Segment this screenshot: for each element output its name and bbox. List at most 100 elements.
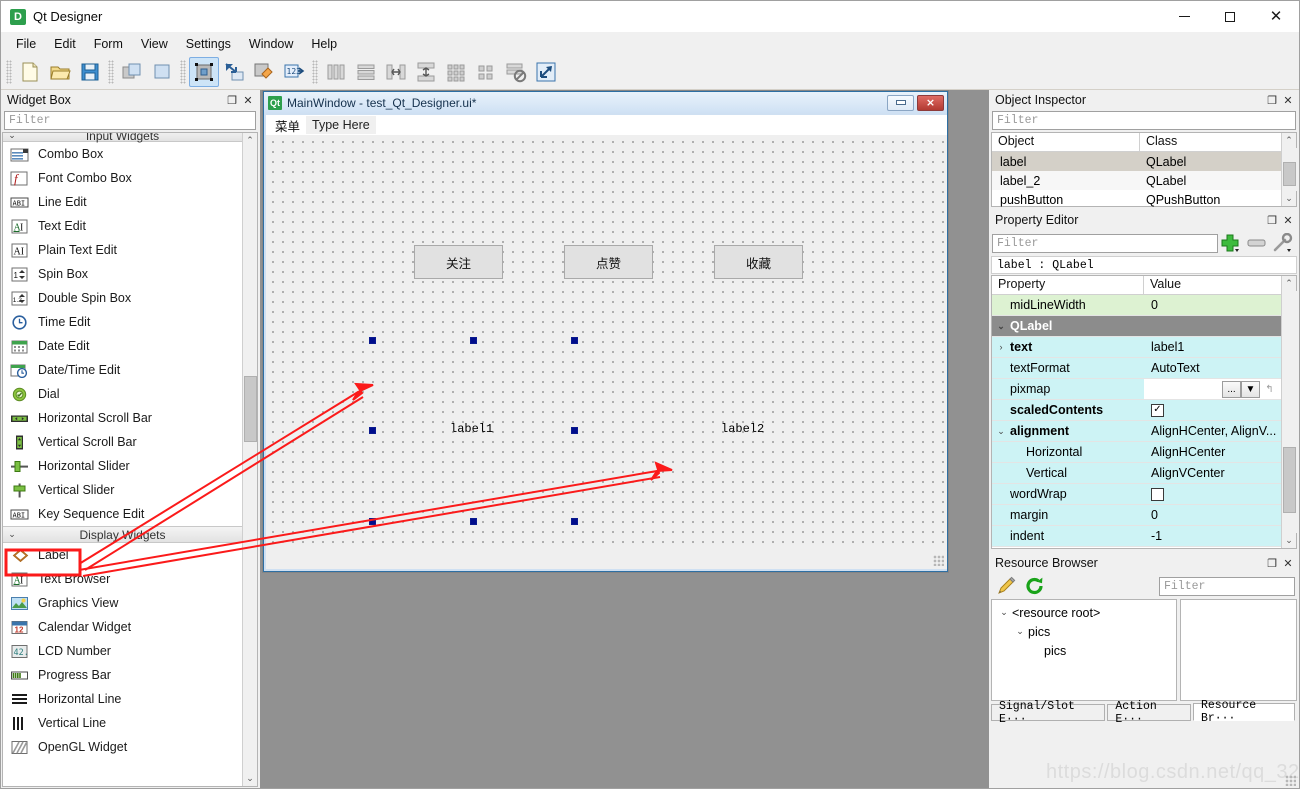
- resource-preview-panel[interactable]: [1180, 599, 1297, 701]
- property-row-text[interactable]: ›text label1: [992, 337, 1281, 358]
- scroll-up-icon[interactable]: ⌃: [243, 133, 258, 148]
- selection-handle[interactable]: [571, 518, 578, 525]
- toolbar-grip-3[interactable]: [180, 60, 186, 84]
- widget-item-font-combo-box[interactable]: f Font Combo Box: [3, 166, 242, 190]
- form-label-1[interactable]: label1: [450, 422, 493, 436]
- save-form-button[interactable]: [75, 57, 105, 87]
- resource-tree-node-pics-child[interactable]: pics: [992, 641, 1176, 660]
- property-value[interactable]: AutoText: [1144, 358, 1281, 378]
- menu-settings[interactable]: Settings: [177, 34, 240, 54]
- widget-item-label[interactable]: Label: [3, 543, 242, 567]
- chevron-down-icon[interactable]: ⌄: [992, 426, 1010, 437]
- layout-vertically-button[interactable]: [351, 57, 381, 87]
- scroll-thumb[interactable]: [1283, 162, 1296, 186]
- widget-item-plain-text-edit[interactable]: AI Plain Text Edit: [3, 238, 242, 262]
- resource-tree-node-root[interactable]: ⌄ <resource root>: [992, 603, 1176, 622]
- toolbar-grip-2[interactable]: [108, 60, 114, 84]
- pixmap-browse-button[interactable]: ...: [1222, 381, 1241, 398]
- property-row-alignment[interactable]: ⌄alignment AlignHCenter, AlignV...: [992, 421, 1281, 442]
- tab-resource-browser[interactable]: Resource Br···: [1193, 703, 1295, 721]
- property-row-midlinewidth[interactable]: midLineWidth 0: [992, 295, 1281, 316]
- menu-view[interactable]: View: [132, 34, 177, 54]
- resource-browser-filter-input[interactable]: Filter: [1159, 577, 1295, 596]
- scroll-thumb[interactable]: [1283, 447, 1296, 513]
- resource-tree-node-pics[interactable]: ⌄ pics: [992, 622, 1176, 641]
- selection-handle[interactable]: [571, 337, 578, 344]
- widget-item-horizontal-slider[interactable]: Horizontal Slider: [3, 454, 242, 478]
- widget-item-date-edit[interactable]: Date Edit: [3, 334, 242, 358]
- object-inspector-row[interactable]: label QLabel: [992, 152, 1281, 171]
- menu-edit[interactable]: Edit: [45, 34, 85, 54]
- form-canvas[interactable]: 关注 点赞 收藏 label1 label2: [266, 135, 947, 549]
- selection-handle[interactable]: [369, 518, 376, 525]
- widget-item-vertical-slider[interactable]: Vertical Slider: [3, 478, 242, 502]
- property-value[interactable]: label1: [1144, 337, 1281, 357]
- redo-button[interactable]: [147, 57, 177, 87]
- chevron-right-icon[interactable]: ›: [992, 342, 1010, 352]
- selection-handle[interactable]: [470, 518, 477, 525]
- menu-window[interactable]: Window: [240, 34, 302, 54]
- scroll-down-icon[interactable]: ⌄: [1282, 533, 1297, 548]
- float-icon[interactable]: ❐: [224, 92, 240, 108]
- break-layout-button[interactable]: [501, 57, 531, 87]
- widget-item-time-edit[interactable]: Time Edit: [3, 310, 242, 334]
- close-icon[interactable]: ✕: [1280, 92, 1296, 108]
- property-editor-scrollbar[interactable]: ⌃ ⌄: [1281, 276, 1296, 548]
- widget-item-horizontal-scroll-bar[interactable]: Horizontal Scroll Bar: [3, 406, 242, 430]
- property-row-scaledcontents[interactable]: scaledContents ✓: [992, 400, 1281, 421]
- widget-item-vertical-line[interactable]: Vertical Line: [3, 711, 242, 735]
- property-row-indent[interactable]: indent -1: [992, 526, 1281, 547]
- scroll-up-icon[interactable]: ⌃: [1282, 276, 1297, 291]
- form-menu-type-here[interactable]: Type Here: [306, 116, 376, 134]
- scroll-thumb[interactable]: [244, 376, 257, 442]
- close-icon[interactable]: ✕: [1280, 212, 1296, 228]
- resource-tree[interactable]: ⌄ <resource root> ⌄ pics pics: [991, 599, 1177, 701]
- property-value[interactable]: AlignHCenter, AlignV...: [1144, 421, 1281, 441]
- object-inspector-row[interactable]: label_2 QLabel: [992, 171, 1281, 190]
- widget-item-vertical-scroll-bar[interactable]: Vertical Scroll Bar: [3, 430, 242, 454]
- word-wrap-checkbox[interactable]: [1151, 488, 1164, 501]
- property-editor-filter-input[interactable]: Filter: [992, 234, 1218, 253]
- form-push-button-3[interactable]: 收藏: [714, 245, 803, 279]
- property-row-alignment-vertical[interactable]: Vertical AlignVCenter: [992, 463, 1281, 484]
- property-row-margin[interactable]: margin 0: [992, 505, 1281, 526]
- pixmap-reset-button[interactable]: ↰: [1260, 381, 1279, 398]
- configure-property-button[interactable]: [1270, 232, 1296, 254]
- scroll-track[interactable]: [1282, 291, 1297, 533]
- edit-signals-slots-button[interactable]: [219, 57, 249, 87]
- property-value[interactable]: 0: [1144, 295, 1281, 315]
- property-value[interactable]: 0: [1144, 505, 1281, 525]
- widget-item-text-browser[interactable]: AI Text Browser: [3, 567, 242, 591]
- layout-splitter-horizontal-button[interactable]: [381, 57, 411, 87]
- selection-handle[interactable]: [470, 337, 477, 344]
- edit-buddies-button[interactable]: [249, 57, 279, 87]
- widget-item-calendar-widget[interactable]: 12 Calendar Widget: [3, 615, 242, 639]
- scroll-down-icon[interactable]: ⌄: [1282, 191, 1297, 206]
- property-row-wordwrap[interactable]: wordWrap: [992, 484, 1281, 505]
- widget-item-opengl-widget[interactable]: OpenGL Widget: [3, 735, 242, 759]
- property-value[interactable]: AlignVCenter: [1144, 463, 1281, 483]
- form-close-button[interactable]: ×: [917, 95, 944, 111]
- undo-button[interactable]: [117, 57, 147, 87]
- scaled-contents-checkbox[interactable]: ✓: [1151, 404, 1164, 417]
- widget-item-graphics-view[interactable]: Graphics View: [3, 591, 242, 615]
- selection-handle[interactable]: [369, 427, 376, 434]
- property-value[interactable]: AlignHCenter: [1144, 442, 1281, 462]
- close-button[interactable]: ✕: [1253, 1, 1299, 32]
- tab-signal-slot-editor[interactable]: Signal/Slot E···: [991, 704, 1105, 721]
- tab-action-editor[interactable]: Action E···: [1107, 704, 1191, 721]
- widget-item-lcd-number[interactable]: 42. LCD Number: [3, 639, 242, 663]
- widget-item-progress-bar[interactable]: Progress Bar: [3, 663, 242, 687]
- form-menu-item[interactable]: 菜单: [269, 114, 306, 137]
- form-minimize-button[interactable]: [887, 95, 914, 111]
- size-grip-icon[interactable]: [933, 555, 944, 566]
- widget-box-scrollbar[interactable]: ⌃ ⌄: [242, 133, 257, 786]
- pixmap-dropdown-button[interactable]: ▼: [1241, 381, 1260, 398]
- chevron-down-icon[interactable]: ⌄: [992, 321, 1010, 332]
- layout-horizontally-button[interactable]: [321, 57, 351, 87]
- widget-item-text-edit[interactable]: AI Text Edit: [3, 214, 242, 238]
- chevron-down-icon[interactable]: ⌄: [1012, 626, 1028, 637]
- scroll-up-icon[interactable]: ⌃: [1282, 133, 1297, 148]
- widget-item-spin-box[interactable]: 1 Spin Box: [3, 262, 242, 286]
- maximize-button[interactable]: [1207, 1, 1253, 32]
